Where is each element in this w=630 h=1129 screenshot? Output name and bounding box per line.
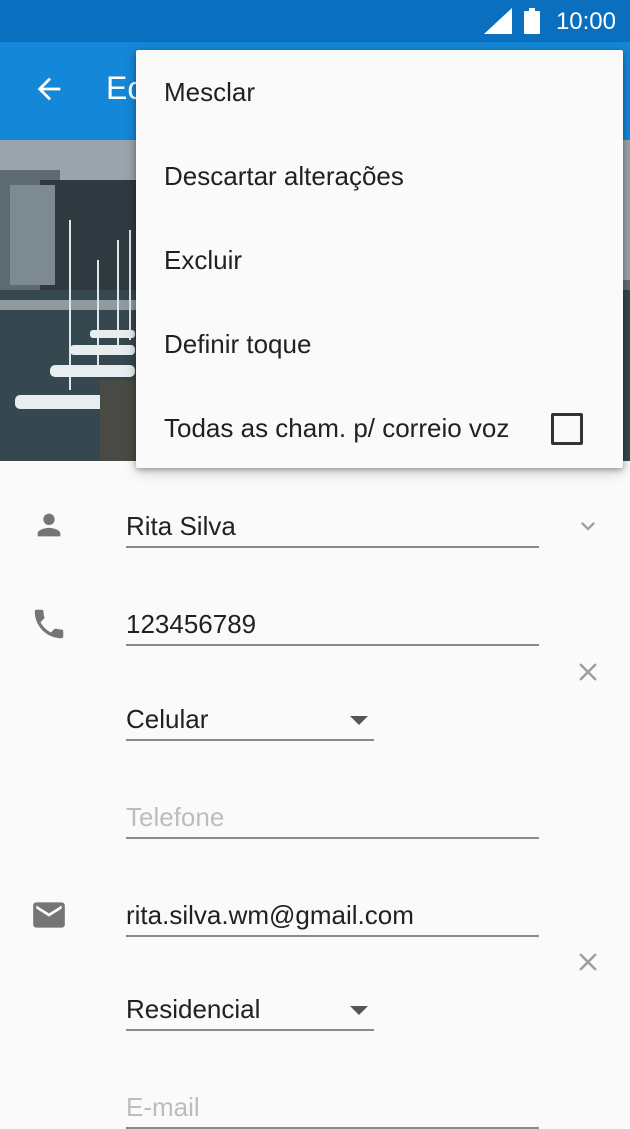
menu-item-label: Definir toque: [164, 329, 312, 359]
name-field[interactable]: Rita Silva: [126, 506, 539, 548]
menu-item-label: Mesclar: [164, 77, 256, 107]
menu-item-descartar[interactable]: Descartar alterações: [136, 134, 623, 218]
battery-icon: [524, 8, 540, 34]
menu-item-label: Excluir: [164, 245, 243, 275]
cell-signal-icon: [484, 8, 512, 34]
phone-placeholder-field[interactable]: Telefone: [126, 797, 539, 839]
menu-item-label: Descartar alterações: [164, 161, 404, 191]
remove-phone-icon[interactable]: [573, 657, 603, 687]
phone-type-dropdown[interactable]: Celular: [126, 699, 374, 741]
email-placeholder-field[interactable]: E-mail: [126, 1087, 539, 1129]
dropdown-arrow-icon: [350, 716, 368, 725]
menu-item-mesclar[interactable]: Mesclar: [136, 50, 623, 134]
overflow-menu: Mesclar Descartar alterações Excluir Def…: [136, 50, 623, 468]
remove-email-icon[interactable]: [573, 947, 603, 977]
status-time: 10:00: [555, 8, 616, 35]
menu-item-correio-voz[interactable]: Todas as cham. p/ correio voz: [136, 386, 623, 470]
phone-field[interactable]: 123456789: [126, 604, 539, 646]
dropdown-arrow-icon: [350, 1006, 368, 1015]
email-type-dropdown[interactable]: Residencial: [126, 989, 374, 1031]
person-icon: [37, 513, 61, 537]
phone-type-label: Celular: [126, 704, 209, 734]
chevron-down-icon[interactable]: [574, 512, 602, 540]
email-field[interactable]: rita.silva.wm@gmail.com: [126, 895, 539, 937]
menu-item-label: Todas as cham. p/ correio voz: [164, 413, 510, 443]
phone-icon: [34, 609, 64, 639]
email-icon: [33, 902, 65, 928]
menu-item-definir-toque[interactable]: Definir toque: [136, 302, 623, 386]
back-arrow-icon[interactable]: [32, 72, 66, 106]
status-bar: 10:00: [0, 0, 630, 42]
voicemail-checkbox[interactable]: [551, 413, 583, 445]
menu-item-excluir[interactable]: Excluir: [136, 218, 623, 302]
email-type-label: Residencial: [126, 994, 261, 1024]
